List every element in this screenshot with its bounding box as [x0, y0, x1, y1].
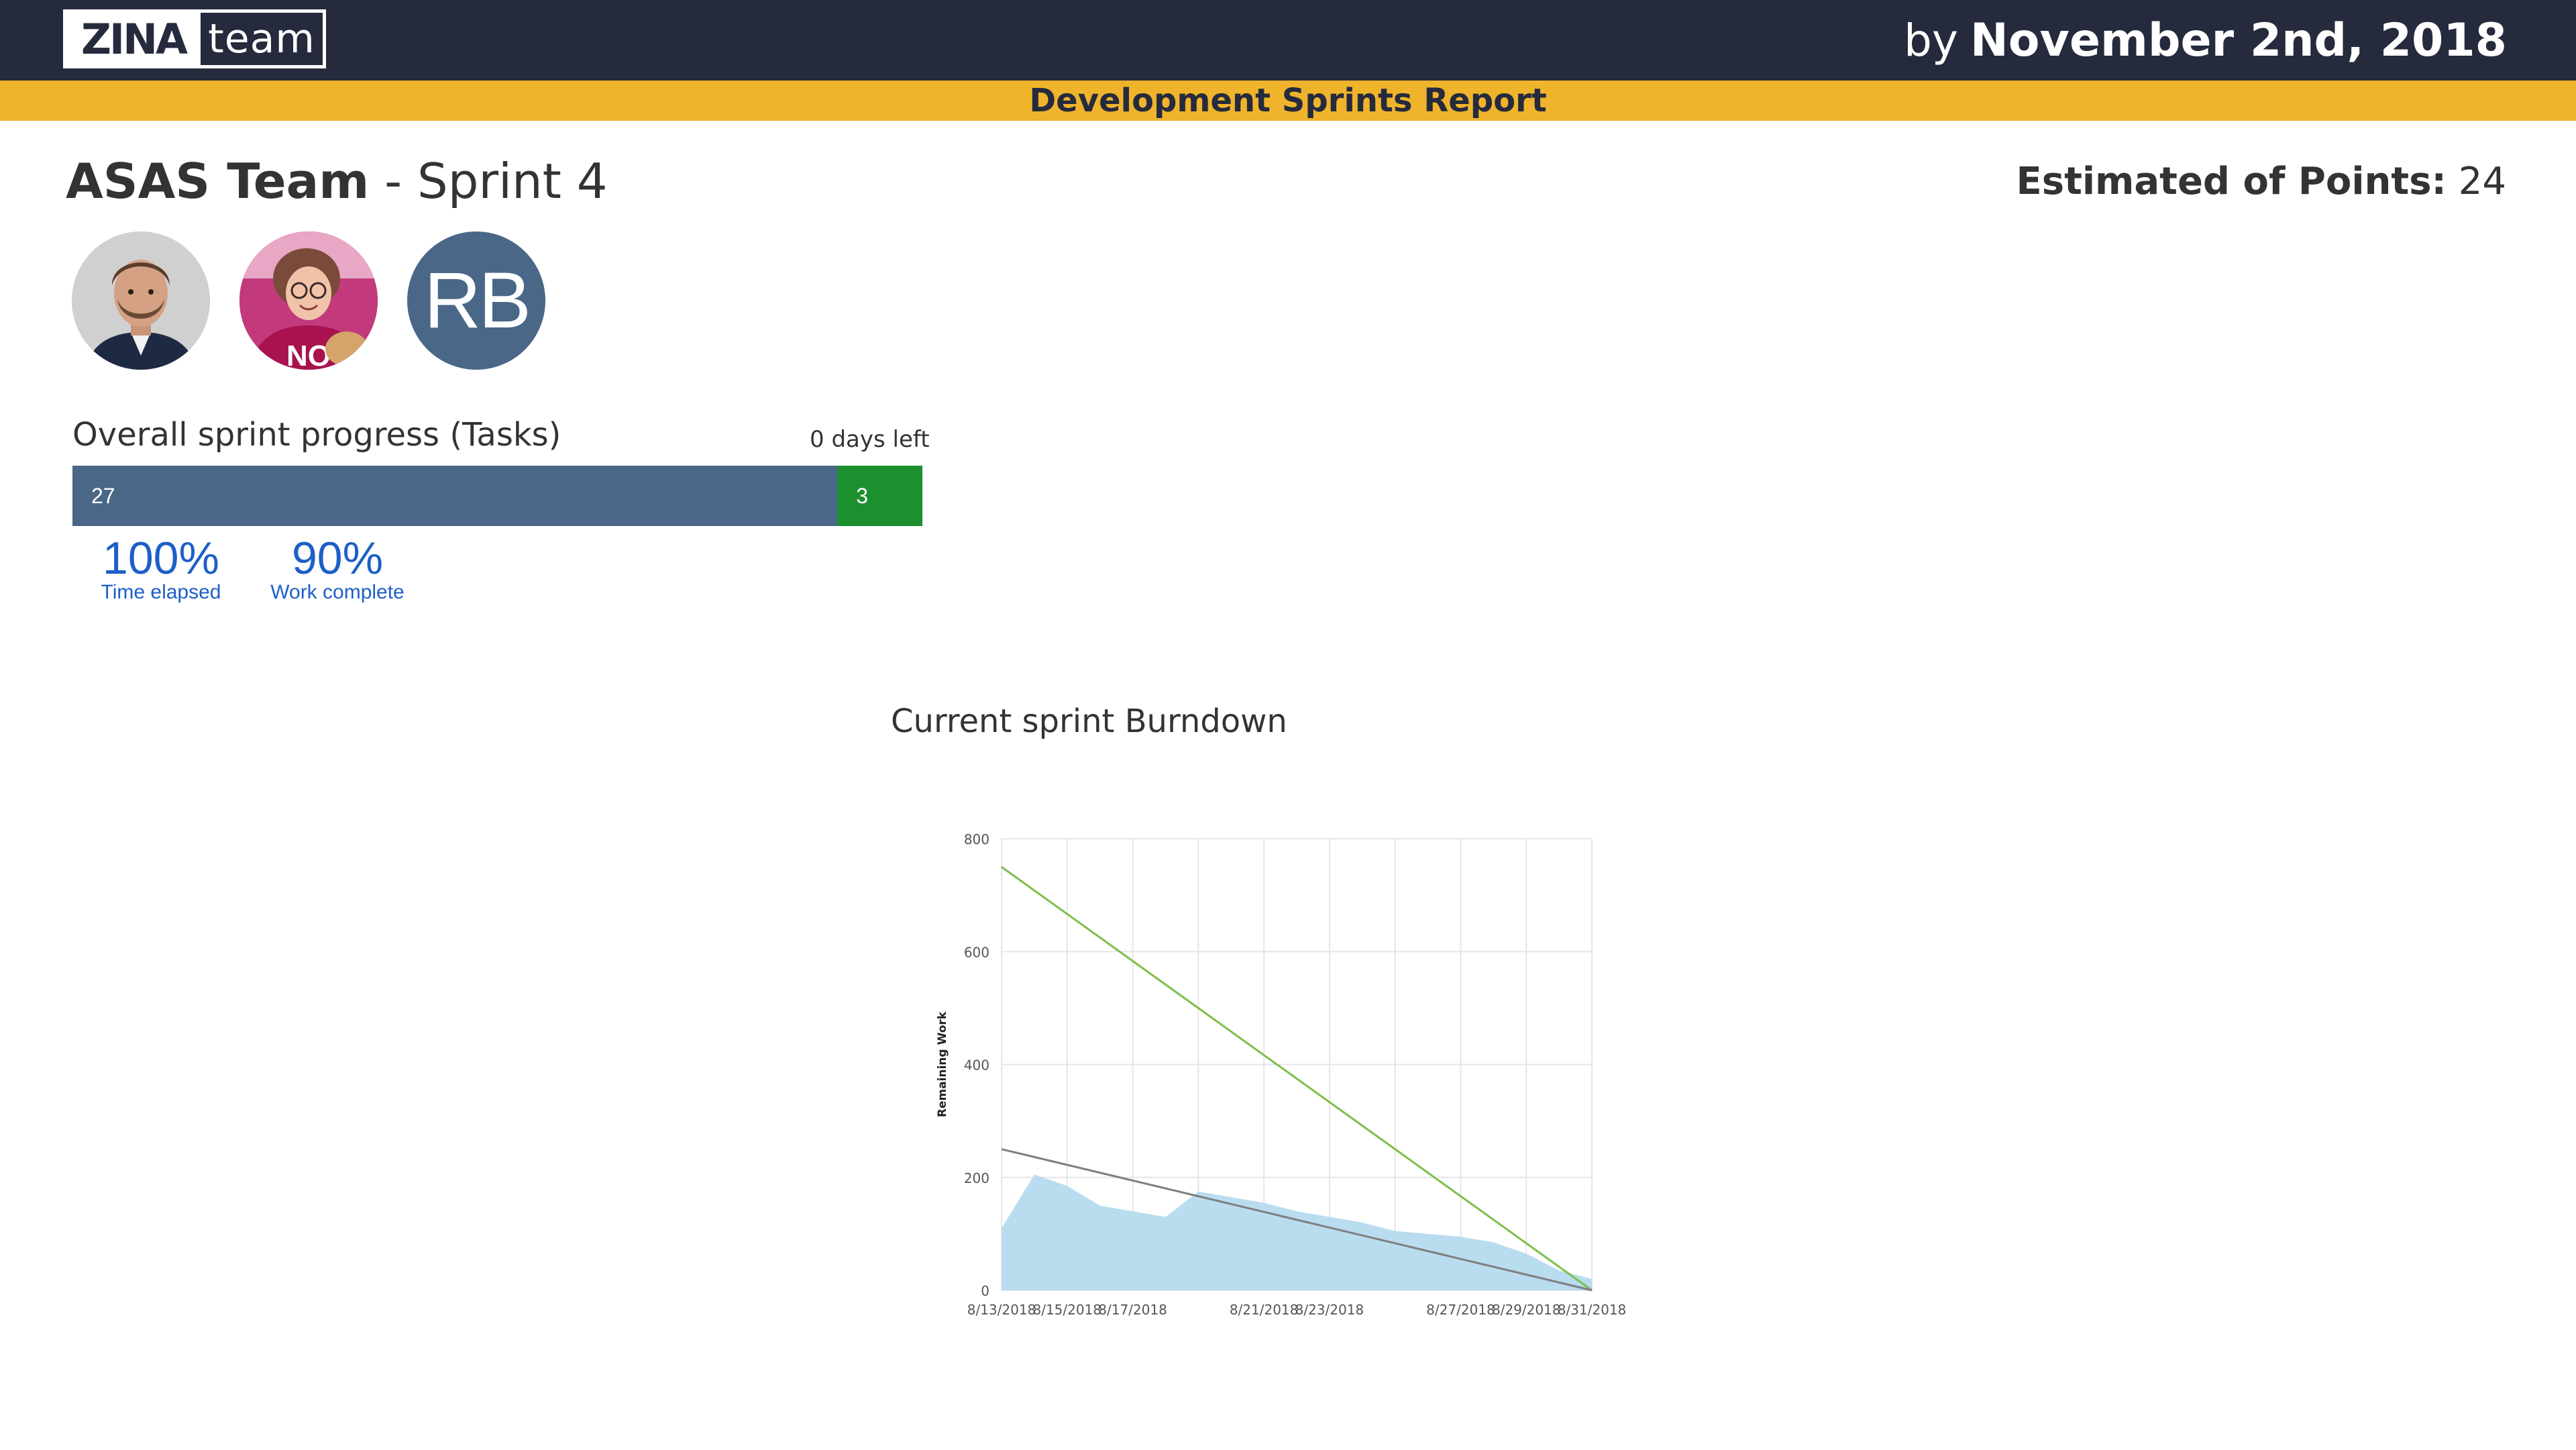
x-tick-label: 8/31/2018: [1558, 1302, 1627, 1318]
y-tick-label: 0: [981, 1283, 989, 1299]
x-tick-label: 8/27/2018: [1426, 1302, 1495, 1318]
team-name: ASAS Team: [66, 153, 370, 209]
y-tick-label: 200: [964, 1170, 989, 1186]
estimated-points-value: 24: [2458, 160, 2506, 203]
time-elapsed-label: Time elapsed: [101, 581, 221, 603]
avatar-initials: RB: [424, 256, 531, 345]
report-date-by: by: [1903, 14, 1958, 66]
avatar[interactable]: NO: [239, 231, 378, 370]
avatar[interactable]: RB: [407, 231, 545, 370]
person-photo-icon: [72, 231, 210, 370]
progress-done-count: 27: [91, 483, 115, 508]
svg-text:NO: NO: [286, 340, 331, 370]
zina-team-logo: ZINA team: [63, 9, 326, 68]
progress-label: Overall sprint progress (Tasks): [72, 416, 561, 454]
avatar[interactable]: [72, 231, 210, 370]
remaining-work-area: [1002, 1174, 1592, 1290]
report-banner-title: Development Sprints Report: [1029, 82, 1547, 119]
days-left: 0 days left: [810, 426, 930, 453]
logo-zina-text: ZINA: [66, 13, 201, 65]
y-axis-label: Remaining Work: [936, 1011, 949, 1117]
x-tick-label: 8/17/2018: [1098, 1302, 1167, 1318]
top-header: ZINA team by November 2nd, 2018: [0, 0, 2576, 81]
x-tick-label: 8/21/2018: [1230, 1302, 1299, 1318]
title-separator: -: [369, 153, 417, 209]
burndown-chart: 0 200 400 600 800 8/13/20188/15/20188/17/2018…: [936, 831, 1627, 1318]
sprint-progress-bar: 27 3: [72, 466, 922, 526]
x-tick-label: 8/29/2018: [1492, 1302, 1561, 1318]
progress-remaining-segment: 3: [837, 466, 922, 526]
logo-team-text: team: [208, 15, 315, 62]
person-photo-icon: NO: [239, 231, 378, 370]
y-tick-label: 800: [964, 831, 989, 847]
estimated-points: Estimated of Points: 24: [2016, 160, 2506, 203]
x-tick-label: 8/15/2018: [1032, 1302, 1102, 1318]
y-tick-label: 600: [964, 944, 989, 960]
work-complete-stat: 90% Work complete: [260, 534, 415, 603]
work-complete-value: 90%: [291, 533, 384, 584]
chart-title: Current sprint Burndown: [891, 703, 1287, 740]
team-sprint-title: ASAS Team - Sprint 4: [66, 153, 608, 209]
sprint-name: Sprint 4: [417, 153, 608, 209]
estimated-points-label: Estimated of Points:: [2016, 160, 2447, 203]
y-tick-label: 400: [964, 1057, 989, 1074]
report-date: by November 2nd, 2018: [1904, 7, 2507, 74]
report-date-value: November 2nd, 2018: [1970, 13, 2507, 67]
progress-done-segment: 27: [72, 466, 838, 526]
report-banner: Development Sprints Report: [0, 81, 2576, 121]
progress-remaining-count: 3: [856, 483, 869, 508]
x-tick-label: 8/23/2018: [1295, 1302, 1364, 1318]
time-elapsed-stat: 100% Time elapsed: [94, 534, 228, 603]
time-elapsed-value: 100%: [103, 533, 219, 584]
work-complete-label: Work complete: [270, 581, 405, 603]
x-tick-label: 8/13/2018: [967, 1302, 1036, 1318]
